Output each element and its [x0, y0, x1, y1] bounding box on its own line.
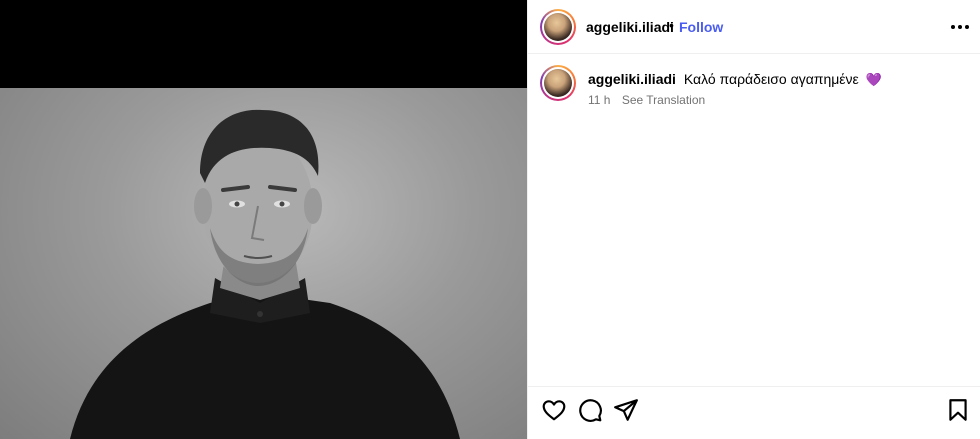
- comment-icon[interactable]: [577, 397, 603, 423]
- portrait-illustration: [70, 109, 460, 439]
- heart-icon[interactable]: [541, 397, 567, 423]
- post-photo[interactable]: [0, 88, 527, 439]
- send-icon[interactable]: [613, 397, 639, 423]
- caption-meta: 11 h See Translation: [588, 93, 705, 107]
- more-options-icon[interactable]: [947, 14, 973, 40]
- post-header: aggeliki.iliadi • Follow: [528, 0, 980, 54]
- author-avatar[interactable]: [540, 9, 576, 45]
- caption-username[interactable]: aggeliki.iliadi: [588, 71, 676, 87]
- caption-avatar[interactable]: [540, 65, 576, 101]
- see-translation-link[interactable]: See Translation: [622, 93, 705, 107]
- follow-button[interactable]: Follow: [679, 19, 723, 35]
- caption-line: aggeliki.iliadi Καλό παράδεισο αγαπημένε…: [588, 71, 882, 88]
- bookmark-icon[interactable]: [945, 397, 971, 423]
- separator-dot: •: [669, 17, 674, 33]
- author-username[interactable]: aggeliki.iliadi: [586, 19, 674, 35]
- post-details-panel: aggeliki.iliadi • Follow aggeliki.iliadi…: [527, 0, 980, 439]
- purple-heart-icon: 💜: [865, 72, 882, 87]
- action-bar: [528, 386, 980, 439]
- caption-text: Καλό παράδεισο αγαπημένε: [683, 71, 859, 87]
- post-media[interactable]: [0, 0, 527, 439]
- caption-time[interactable]: 11 h: [588, 93, 610, 107]
